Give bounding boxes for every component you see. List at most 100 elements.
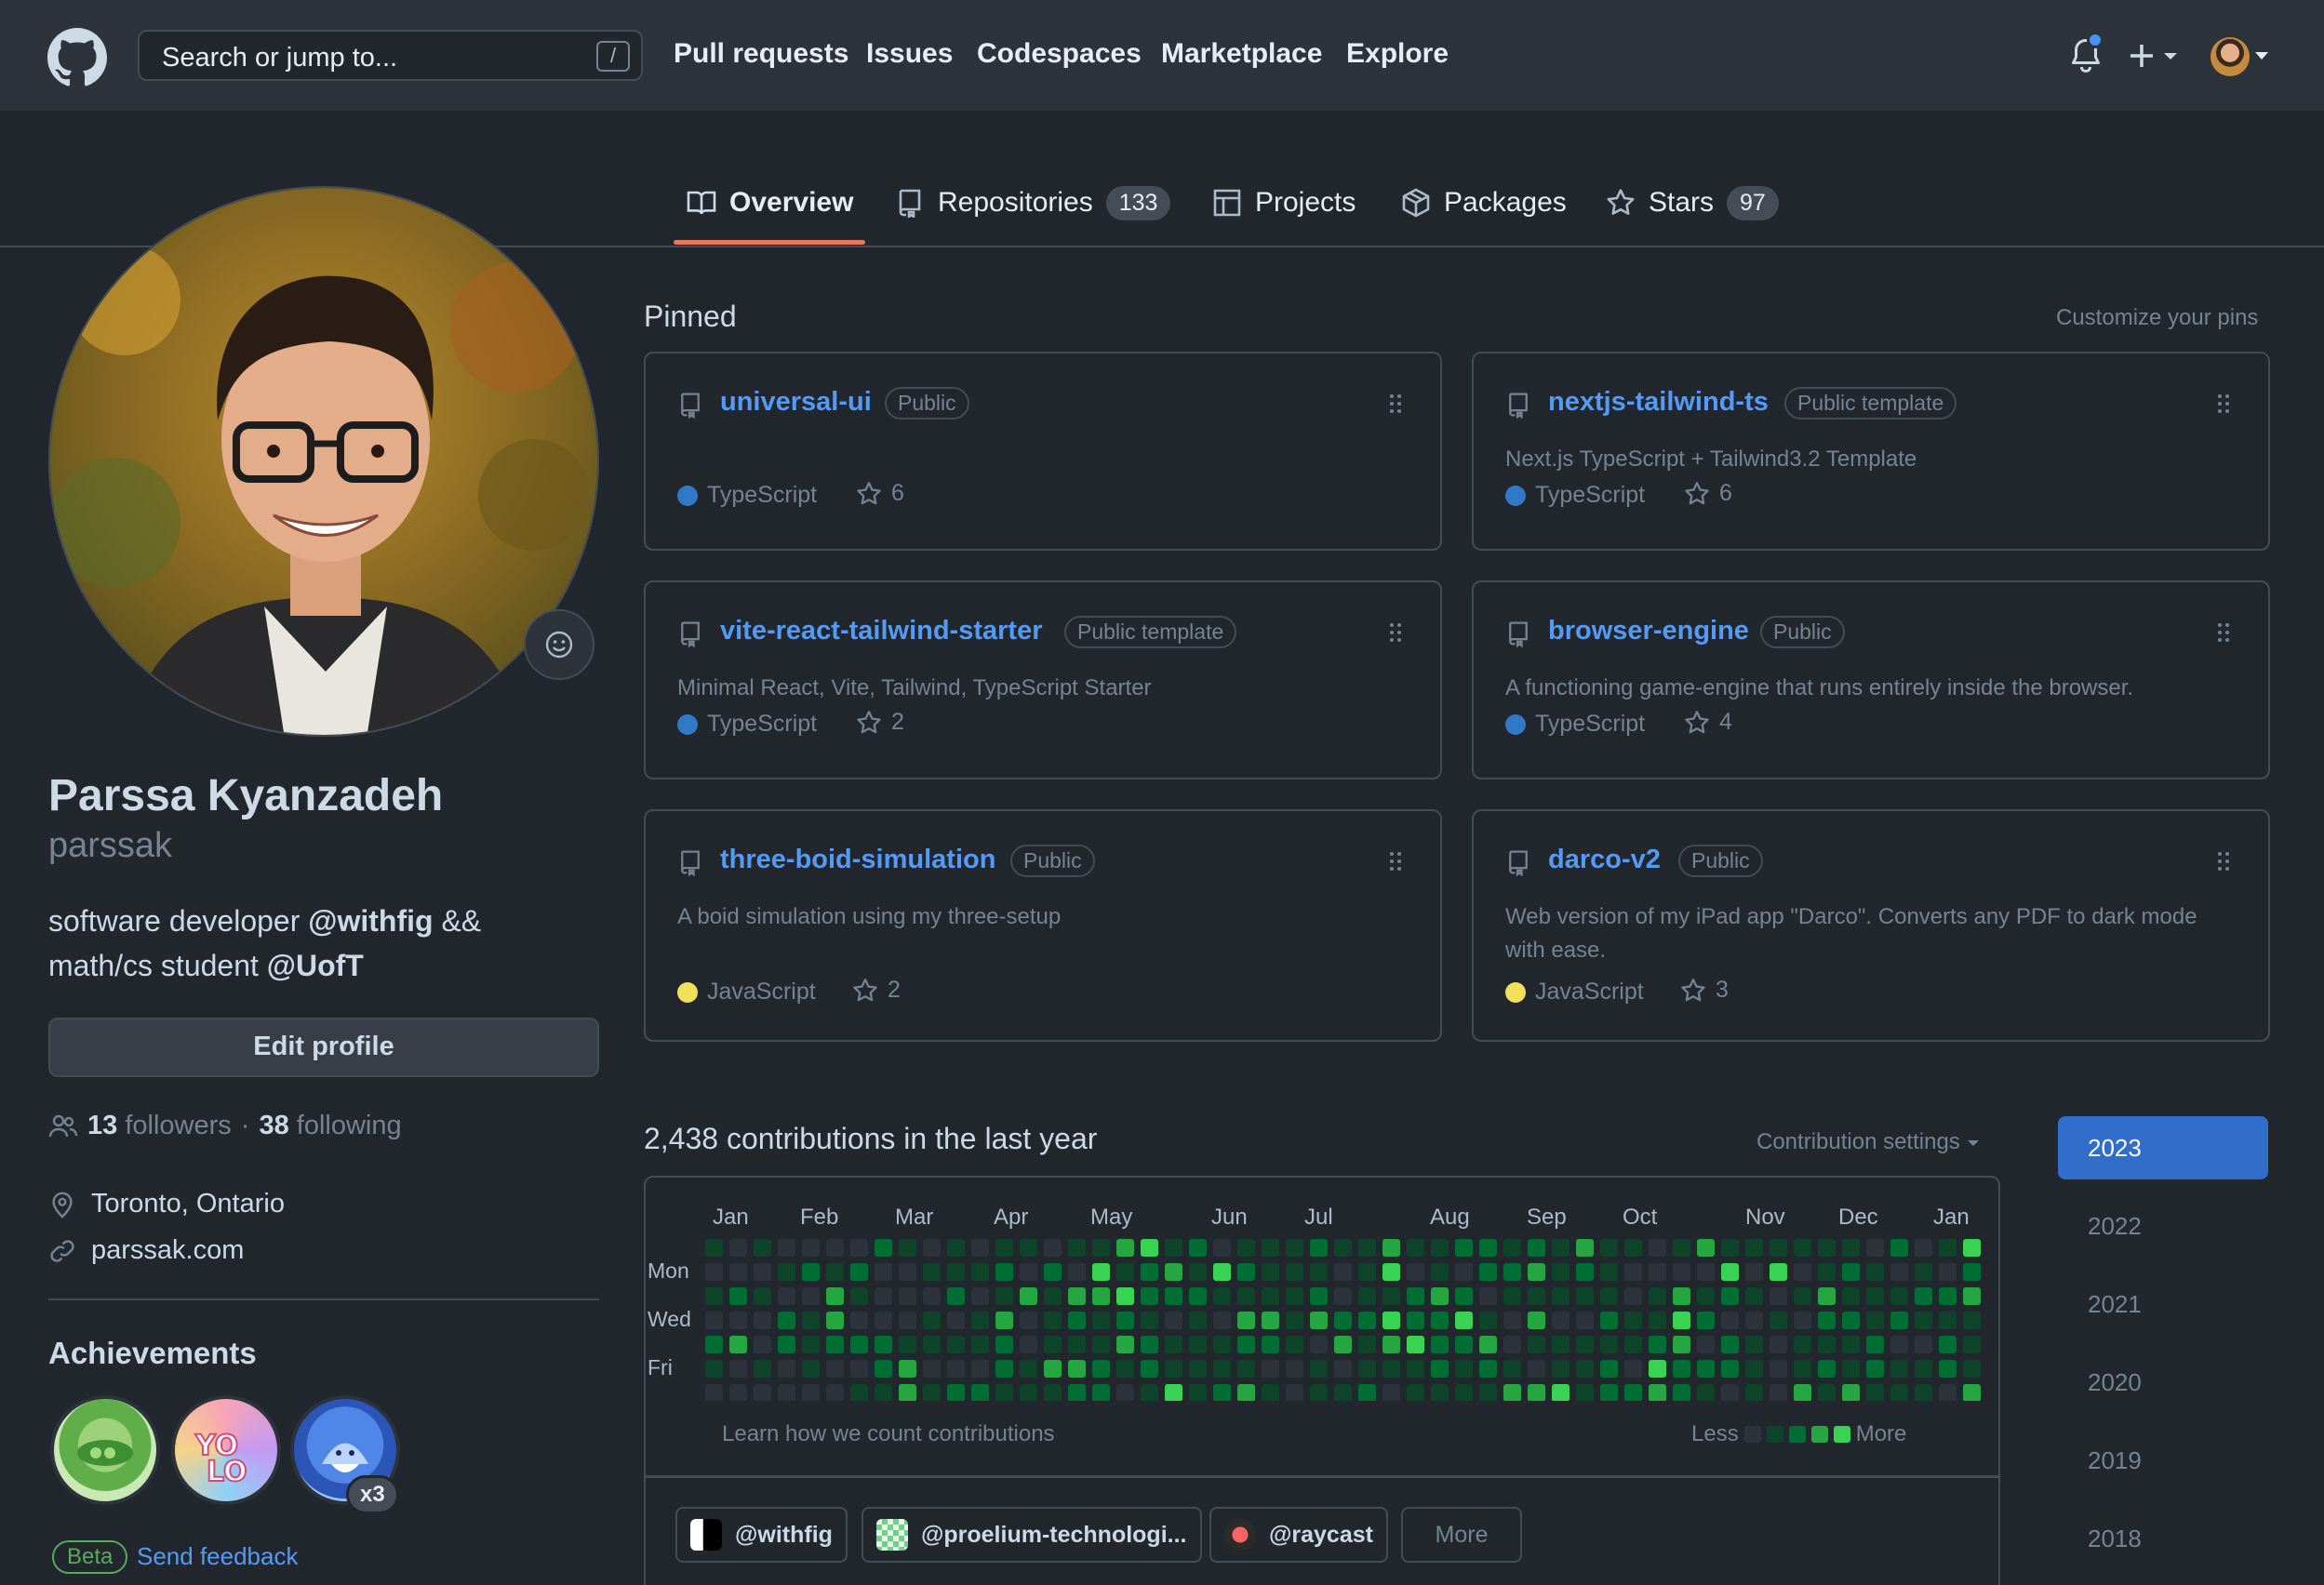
contribution-day-cell[interactable] (1310, 1360, 1328, 1378)
contribution-day-cell[interactable] (1141, 1336, 1158, 1353)
contribution-day-cell[interactable] (971, 1384, 989, 1401)
bio-org-link[interactable]: @withfig (308, 904, 433, 938)
contribution-day-cell[interactable] (1068, 1263, 1086, 1281)
yolo-badge[interactable]: YO LO (171, 1395, 281, 1505)
contribution-day-cell[interactable] (1262, 1360, 1279, 1378)
contribution-day-cell[interactable] (1576, 1384, 1594, 1401)
contribution-day-cell[interactable] (875, 1384, 892, 1401)
contribution-day-cell[interactable] (1600, 1384, 1618, 1401)
contribution-day-cell[interactable] (1116, 1239, 1134, 1257)
contribution-day-cell[interactable] (995, 1384, 1013, 1401)
contribution-day-cell[interactable] (1649, 1263, 1666, 1281)
contribution-day-cell[interactable] (1770, 1336, 1787, 1353)
contribution-day-cell[interactable] (1237, 1287, 1255, 1305)
contribution-day-cell[interactable] (995, 1263, 1013, 1281)
contribution-day-cell[interactable] (1213, 1263, 1231, 1281)
contribution-day-cell[interactable] (778, 1336, 795, 1353)
nav-issues[interactable]: Issues (866, 38, 953, 70)
contribution-day-cell[interactable] (947, 1384, 965, 1401)
contribution-day-cell[interactable] (1189, 1239, 1207, 1257)
contribution-day-cell[interactable] (1141, 1263, 1158, 1281)
contribution-day-cell[interactable] (754, 1384, 771, 1401)
contribution-day-cell[interactable] (1624, 1239, 1642, 1257)
contribution-day-cell[interactable] (971, 1312, 989, 1329)
tab-stars[interactable]: Stars 97 (1606, 182, 1779, 223)
contribution-day-cell[interactable] (1649, 1360, 1666, 1378)
contribution-day-cell[interactable] (875, 1360, 892, 1378)
contribution-day-cell[interactable] (1286, 1312, 1303, 1329)
contribution-day-cell[interactable] (899, 1384, 916, 1401)
contribution-day-cell[interactable] (1358, 1336, 1376, 1353)
contribution-day-cell[interactable] (1213, 1239, 1231, 1257)
contribution-day-cell[interactable] (1963, 1336, 1981, 1353)
contribution-day-cell[interactable] (705, 1239, 723, 1257)
contribution-day-cell[interactable] (1189, 1287, 1207, 1305)
contribution-day-cell[interactable] (1189, 1336, 1207, 1353)
contribution-day-cell[interactable] (1382, 1287, 1400, 1305)
contribution-day-cell[interactable] (1116, 1263, 1134, 1281)
drag-handle-icon[interactable] (1388, 850, 1403, 872)
contribution-day-cell[interactable] (1165, 1239, 1182, 1257)
tab-packages[interactable]: Packages (1401, 182, 1567, 223)
customize-pins-link[interactable]: Customize your pins (2056, 305, 2258, 331)
contribution-day-cell[interactable] (1262, 1287, 1279, 1305)
contribution-day-cell[interactable] (826, 1384, 844, 1401)
contribution-day-cell[interactable] (1842, 1384, 1860, 1401)
contribution-day-cell[interactable] (1624, 1360, 1642, 1378)
contribution-day-cell[interactable] (899, 1312, 916, 1329)
contribution-day-cell[interactable] (1600, 1287, 1618, 1305)
contribution-day-cell[interactable] (1020, 1239, 1037, 1257)
contribution-day-cell[interactable] (729, 1360, 747, 1378)
contribution-day-cell[interactable] (1068, 1336, 1086, 1353)
contribution-day-cell[interactable] (1286, 1239, 1303, 1257)
contribution-day-cell[interactable] (923, 1239, 941, 1257)
tab-projects[interactable]: Projects (1212, 182, 1356, 223)
contribution-day-cell[interactable] (1697, 1239, 1715, 1257)
contribution-day-cell[interactable] (1697, 1287, 1715, 1305)
contribution-day-cell[interactable] (899, 1336, 916, 1353)
contribution-day-cell[interactable] (1020, 1336, 1037, 1353)
contribution-day-cell[interactable] (1915, 1263, 1932, 1281)
contribution-day-cell[interactable] (1794, 1263, 1811, 1281)
contribution-day-cell[interactable] (1915, 1384, 1932, 1401)
contribution-day-cell[interactable] (1189, 1312, 1207, 1329)
contribution-day-cell[interactable] (1673, 1239, 1690, 1257)
drag-handle-icon[interactable] (1388, 393, 1403, 415)
contribution-day-cell[interactable] (1431, 1360, 1449, 1378)
contribution-day-cell[interactable] (1092, 1360, 1110, 1378)
contribution-day-cell[interactable] (1528, 1312, 1545, 1329)
contribution-day-cell[interactable] (1503, 1287, 1521, 1305)
contribution-day-cell[interactable] (754, 1312, 771, 1329)
contribution-day-cell[interactable] (1237, 1312, 1255, 1329)
contribution-day-cell[interactable] (947, 1360, 965, 1378)
contribution-day-cell[interactable] (1866, 1287, 1884, 1305)
contribution-day-cell[interactable] (1407, 1239, 1424, 1257)
contribution-day-cell[interactable] (1479, 1384, 1497, 1401)
contribution-day-cell[interactable] (1334, 1336, 1352, 1353)
contribution-day-cell[interactable] (826, 1312, 844, 1329)
contribution-day-cell[interactable] (1915, 1336, 1932, 1353)
year-2019[interactable]: 2019 (2058, 1429, 2268, 1492)
contribution-day-cell[interactable] (1068, 1312, 1086, 1329)
following-link[interactable]: 38 following (259, 1111, 401, 1141)
contribution-day-cell[interactable] (1165, 1263, 1182, 1281)
contribution-day-cell[interactable] (1842, 1336, 1860, 1353)
contribution-day-cell[interactable] (1044, 1312, 1062, 1329)
contribution-day-cell[interactable] (1915, 1312, 1932, 1329)
contribution-day-cell[interactable] (1649, 1384, 1666, 1401)
profile-website[interactable]: parssak.com (48, 1235, 244, 1266)
repo-stars[interactable]: 3 (1680, 977, 1729, 1004)
contribution-settings-dropdown[interactable]: Contribution settings (1756, 1129, 1981, 1155)
contribution-day-cell[interactable] (1262, 1239, 1279, 1257)
contribution-day-cell[interactable] (802, 1239, 820, 1257)
contribution-day-cell[interactable] (947, 1312, 965, 1329)
contribution-day-cell[interactable] (1576, 1336, 1594, 1353)
contribution-day-cell[interactable] (1576, 1360, 1594, 1378)
contribution-day-cell[interactable] (1939, 1263, 1957, 1281)
contribution-day-cell[interactable] (1310, 1312, 1328, 1329)
contribution-day-cell[interactable] (875, 1336, 892, 1353)
repo-stars[interactable]: 6 (1684, 480, 1732, 507)
repo-name-link[interactable]: browser-engine (1548, 616, 1749, 646)
drag-handle-icon[interactable] (2216, 850, 2231, 872)
contribution-day-cell[interactable] (1721, 1360, 1739, 1378)
